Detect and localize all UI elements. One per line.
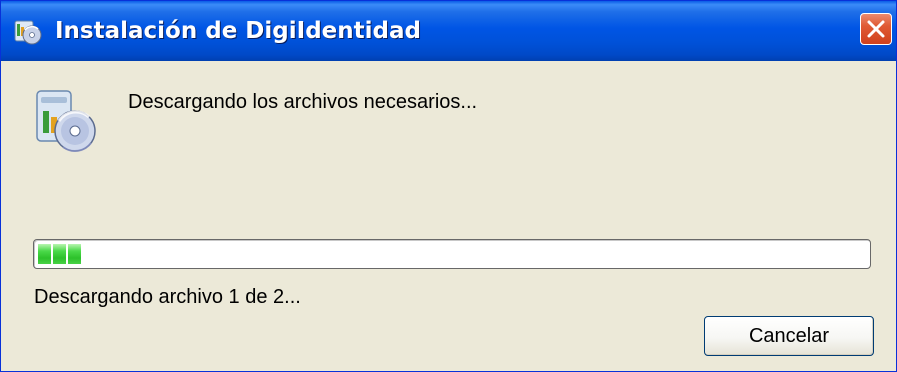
cancel-button[interactable]: Cancelar	[704, 316, 874, 356]
installer-cd-icon	[31, 85, 99, 157]
progress-segment	[38, 244, 51, 264]
progress-fill	[38, 244, 81, 264]
window-title: Instalación de DigiIdentidad	[55, 18, 421, 44]
progress-segment	[53, 244, 66, 264]
main-message: Descargando los archivos necesarios...	[128, 91, 478, 113]
title-bar[interactable]: Instalación de DigiIdentidad	[1, 1, 896, 61]
progress-segment	[68, 244, 81, 264]
status-text: Descargando archivo 1 de 2...	[34, 286, 301, 308]
close-icon	[867, 20, 885, 38]
close-button[interactable]	[860, 13, 892, 45]
installer-icon	[11, 15, 43, 47]
download-progress-bar	[33, 239, 871, 269]
dialog-body: Descargando los archivos necesarios... D…	[1, 61, 896, 371]
installer-dialog: Instalación de DigiIdentidad Descargando	[0, 0, 897, 372]
